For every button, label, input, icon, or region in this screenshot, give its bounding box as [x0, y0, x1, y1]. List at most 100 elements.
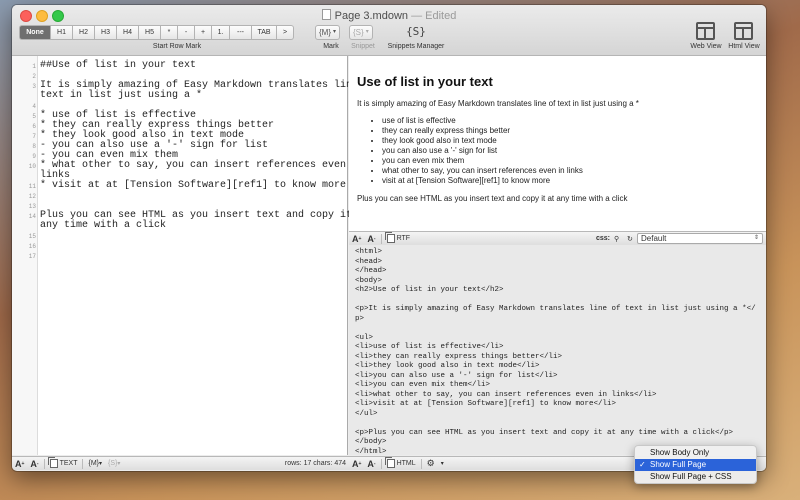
heading-h5-button[interactable]: H5 — [139, 25, 161, 40]
html-source-view[interactable]: <html> <head> </head> <body> <h2>Use of list… — [349, 245, 766, 456]
source-line: </ul> — [355, 409, 378, 418]
row-mark-numbered-button[interactable]: 1. — [212, 25, 230, 40]
snippets-manager-label: Snippets Manager — [387, 43, 445, 50]
preview-list-item: you can also use a '-' sign for list — [382, 146, 766, 156]
titlebar-toolbar: Page 3.mdown — Edited None H1 H2 H3 H4 H… — [12, 5, 766, 56]
line-number: 16 — [28, 243, 36, 250]
html-view-label: Html View — [728, 43, 760, 50]
copy-html-button[interactable]: HTML — [384, 457, 416, 468]
source-line: <li>visit at at [Tension Software][ref1]… — [355, 400, 617, 408]
row-mark-rule-button[interactable]: --- — [230, 25, 252, 40]
web-preview: Use of list in your text It is simply am… — [349, 56, 766, 231]
source-line: </body> — [355, 438, 387, 446]
mark-label: Mark — [323, 43, 339, 50]
line-number: 1 — [32, 63, 36, 70]
line-number: 9 — [32, 153, 36, 160]
mark-dropdown[interactable]: {M} ▾ — [315, 25, 341, 40]
row-mark-asterisk-button[interactable]: * — [161, 25, 178, 40]
copy-text-button[interactable]: TEXT — [47, 457, 77, 468]
decrease-font-button[interactable]: A- — [367, 459, 375, 469]
preview-list-item: they look good also in text mode — [382, 136, 766, 146]
row-mark-tab-button[interactable]: TAB — [252, 25, 277, 40]
increase-font-button[interactable]: A + — [15, 459, 24, 469]
checkmark-icon: ✓ — [639, 460, 646, 469]
heading-h1-button[interactable]: H1 — [51, 25, 73, 40]
source-line: <li>they look good also in text mode</li… — [355, 362, 540, 370]
copy-icon — [384, 232, 395, 243]
line-number: 6 — [32, 123, 36, 130]
preview-list-item: use of list is effective — [382, 116, 766, 126]
line-number: 2 — [32, 73, 36, 80]
menu-item[interactable]: Show Body Only — [635, 447, 756, 459]
line-number: 5 — [32, 113, 36, 120]
editor-stats: rows: 17 chars: 474 — [284, 460, 346, 467]
source-line: <ul> — [355, 333, 374, 342]
row-mark-quote-button[interactable]: > — [277, 25, 294, 40]
app-window: Page 3.mdown — Edited None H1 H2 H3 H4 H… — [12, 5, 766, 471]
line-number: 7 — [32, 133, 36, 140]
web-view-label: Web View — [690, 43, 722, 50]
editor-line: text in list just using a * — [40, 90, 203, 101]
snippet-dropdown[interactable]: {S} ▾ — [349, 25, 373, 40]
source-line: </head> — [355, 267, 387, 275]
increase-font-button[interactable]: A + — [352, 234, 361, 244]
gear-icon[interactable]: ⚙ — [427, 458, 435, 469]
chevron-down-icon: ▾ — [117, 461, 121, 467]
web-view-icon[interactable] — [696, 22, 715, 40]
source-line: p> — [355, 314, 365, 323]
preview-list-item: what other to say, you can insert refere… — [382, 166, 766, 176]
increase-font-button[interactable]: A + — [352, 459, 361, 469]
line-number: 11 — [28, 183, 36, 190]
chevron-down-icon: ▾ — [99, 461, 103, 467]
heading-segmented-control: None H1 H2 H3 H4 H5 * - + 1. --- TAB > — [19, 25, 294, 40]
line-number: 4 — [32, 103, 36, 110]
html-view-icon[interactable] — [734, 22, 753, 40]
preview-list: use of list is effectivethey can really … — [382, 116, 766, 186]
copy-rtf-button[interactable]: RTF — [384, 232, 410, 243]
line-number: 8 — [32, 143, 36, 150]
heading-none-button[interactable]: None — [19, 25, 51, 40]
line-number: 17 — [28, 253, 36, 260]
source-line: <li>you can also use a '-' sign for list… — [355, 371, 558, 380]
snippets-manager-icon[interactable]: {S} — [401, 21, 431, 43]
editor-line: any time with a click — [40, 220, 167, 231]
copy-icon — [47, 457, 58, 468]
markdown-editor[interactable]: 1 2 3 4 5 6 7 8 9 10 11 12 13 14 15 16 17 ##Use of list … — [12, 56, 376, 455]
window-title: Page 3.mdown — Edited — [12, 9, 766, 22]
copy-icon — [384, 457, 395, 468]
line-number: 3 — [32, 83, 36, 90]
source-line: <li>they can really express things bette… — [355, 352, 563, 361]
heading-h2-button[interactable]: H2 — [73, 25, 95, 40]
preview-heading: Use of list in your text — [357, 74, 493, 89]
search-icon[interactable]: ⚲ — [614, 235, 619, 243]
decrease-font-button[interactable]: A- — [367, 234, 375, 244]
source-line: <li>what other to say, you can insert re… — [355, 390, 657, 399]
footer-snippet-dropdown[interactable]: {S} ▾ — [108, 460, 120, 467]
line-number: 14 — [28, 213, 36, 220]
source-line: <p>Plus you can see HTML as you insert t… — [355, 428, 734, 437]
row-mark-dash-button[interactable]: - — [178, 25, 195, 40]
heading-h4-button[interactable]: H4 — [117, 25, 139, 40]
menu-item[interactable]: Show Full Page + CSS — [635, 471, 756, 483]
source-line: <p>It is simply amazing of Easy Markdown… — [355, 305, 756, 313]
editor-line: * what other to say, you can insert refe… — [40, 160, 365, 171]
start-row-mark-label: Start Row Mark — [152, 43, 202, 50]
chevron-down-icon: ▾ — [333, 29, 337, 35]
heading-h3-button[interactable]: H3 — [95, 25, 117, 40]
preview-list-item: you can even mix them — [382, 156, 766, 166]
css-style-select[interactable]: Default ⇕ — [637, 233, 763, 244]
source-line: </html> — [355, 447, 387, 456]
preview-list-item: visit at at [Tension Software][ref1] to … — [382, 176, 766, 186]
editor-line: ##Use of list in your text — [40, 60, 197, 71]
source-line: <li>you can even mix them</li> — [355, 381, 491, 389]
footer-mark-dropdown[interactable]: {M} ▾ — [88, 460, 102, 467]
line-number: 12 — [28, 193, 36, 200]
preview-intro: It is simply amazing of Easy Markdown tr… — [357, 99, 639, 108]
refresh-icon[interactable]: ↻ — [627, 235, 633, 243]
menu-item[interactable]: ✓ Show Full Page — [635, 459, 756, 471]
chevron-down-icon[interactable]: ▾ — [441, 460, 444, 467]
line-number: 10 — [28, 163, 36, 170]
decrease-font-button[interactable]: A- — [30, 459, 38, 469]
row-mark-plus-button[interactable]: + — [195, 25, 212, 40]
document-icon — [321, 9, 331, 20]
